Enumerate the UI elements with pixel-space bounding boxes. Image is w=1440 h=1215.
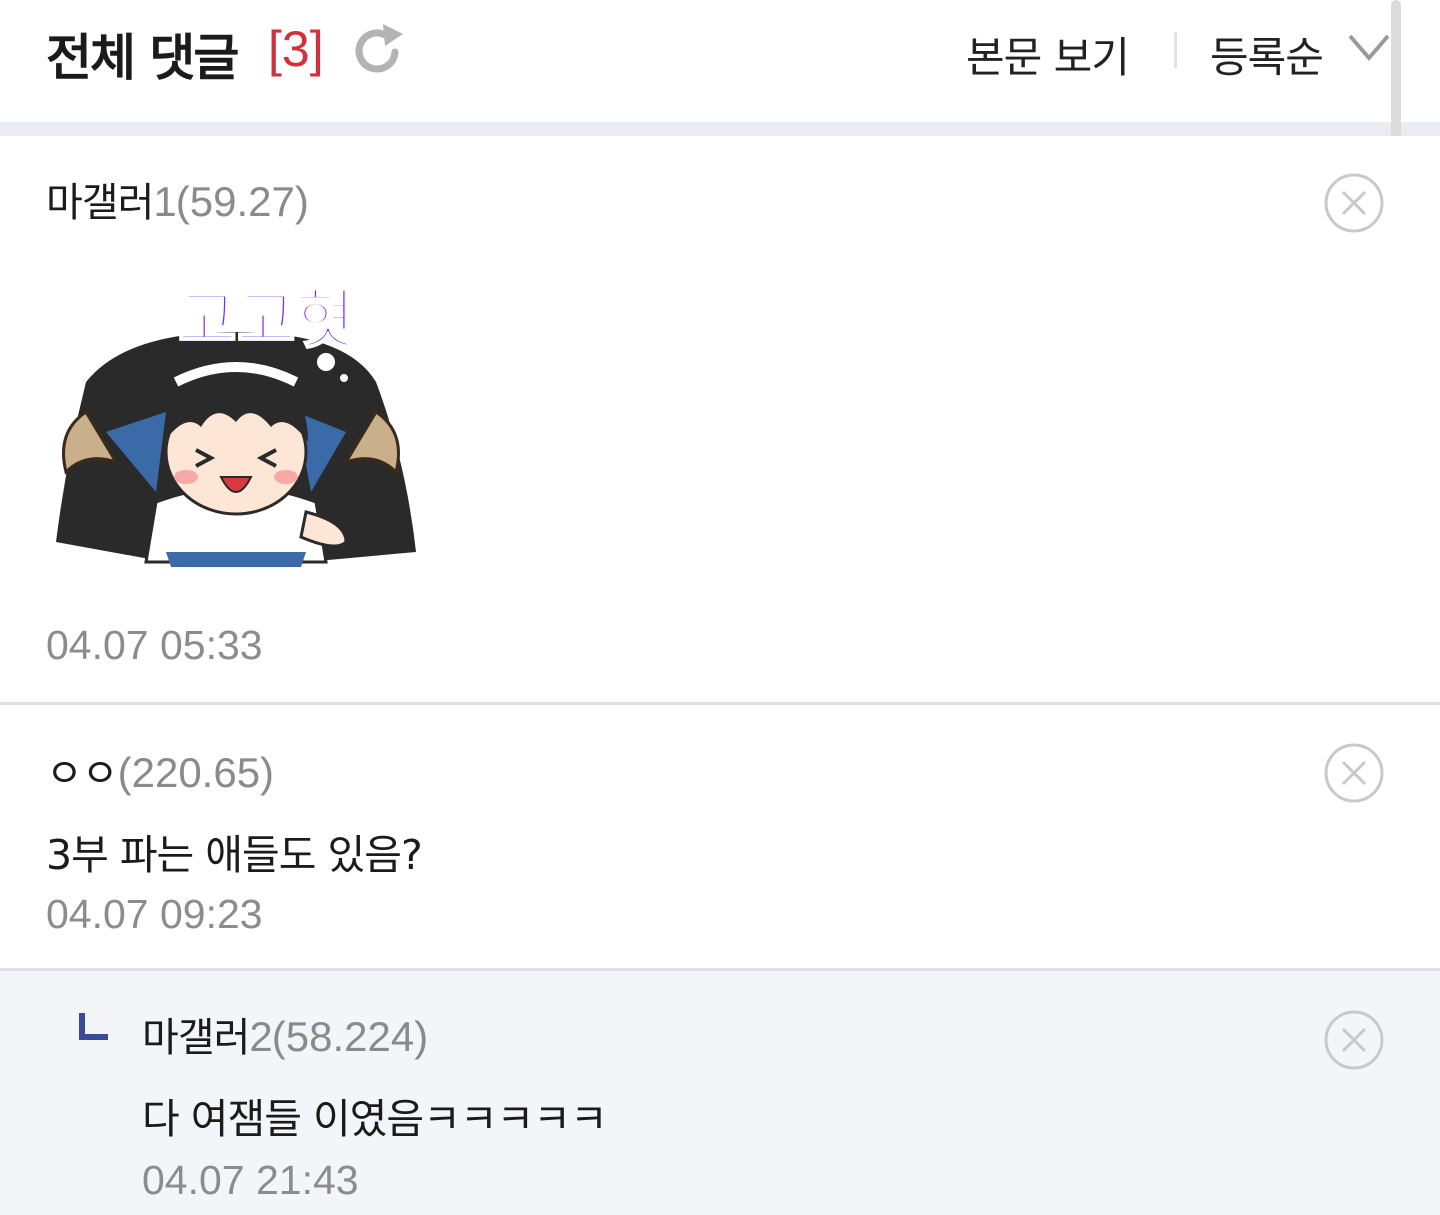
ip-address: (220.65): [117, 749, 275, 796]
sticker-image: 고고혓: [56, 283, 416, 567]
nick-number: 2: [249, 1013, 272, 1060]
comment-author[interactable]: ㅇㅇ(220.65): [46, 741, 274, 799]
ip-address: (58.224): [271, 1013, 429, 1060]
nickname: 마갤러: [142, 1015, 250, 1061]
comment-author[interactable]: 마갤러1(59.27): [46, 170, 309, 228]
comment-item: ㅇㅇ(220.65) 3부 파는 애들도 있음? 04.07 09:23: [0, 705, 1440, 968]
reply-arrow-icon: [79, 1013, 108, 1040]
comment-count: [3]: [268, 21, 324, 77]
comment-text: 다 여잼들 이였음ㅋㅋㅋㅋㅋ: [142, 1095, 608, 1143]
refresh-icon[interactable]: [349, 22, 405, 78]
comment-author[interactable]: 마갤러2(58.224): [142, 1005, 428, 1063]
ip-address: (59.27): [175, 178, 309, 225]
comment-text: 3부 파는 애들도 있음?: [46, 831, 423, 879]
comment-item: 마갤러1(59.27) 고고혓 04.07 05:33: [0, 136, 1440, 702]
reply-item: 마갤러2(58.224) 다 여잼들 이였음ㅋㅋㅋㅋㅋ 04.07 21:43: [0, 971, 1440, 1215]
header-divider: [1174, 32, 1177, 68]
comment-date: 04.07 05:33: [46, 622, 263, 668]
sticker-text: 고고혓: [178, 284, 355, 358]
nick-number: 1: [153, 178, 176, 225]
comment-header: 전체 댓글 [3] 본문 보기 등록순: [0, 0, 1440, 122]
comment-date: 04.07 09:23: [46, 891, 263, 937]
comments-title: 전체 댓글: [46, 29, 239, 87]
chevron-down-icon[interactable]: [1346, 30, 1392, 66]
delete-circle-icon[interactable]: [1323, 172, 1385, 234]
header-band: [0, 122, 1440, 136]
nickname: ㅇㅇ: [46, 751, 119, 797]
comment-date: 04.07 21:43: [142, 1157, 359, 1203]
sort-dropdown[interactable]: 등록순: [1210, 24, 1324, 85]
delete-circle-icon[interactable]: [1323, 742, 1385, 804]
nickname: 마갤러: [46, 180, 154, 226]
view-body-button[interactable]: 본문 보기: [966, 24, 1130, 85]
delete-circle-icon[interactable]: [1323, 1009, 1385, 1071]
